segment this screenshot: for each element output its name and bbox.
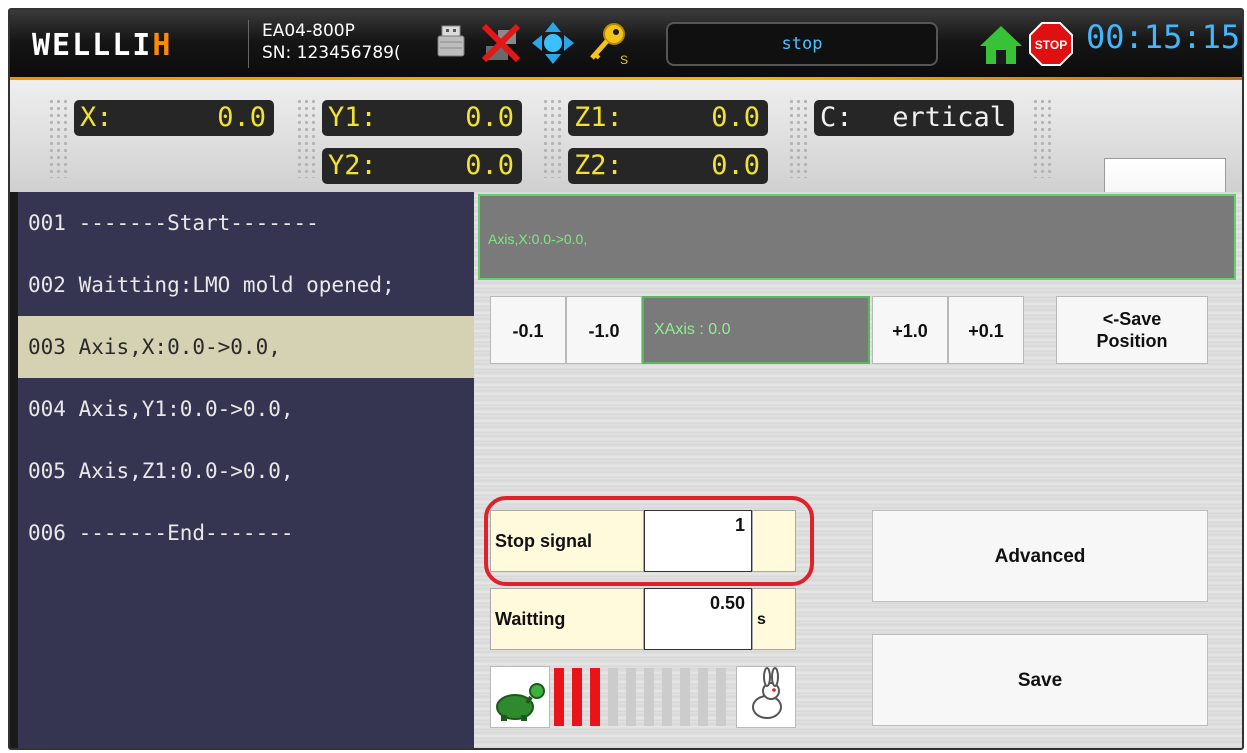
speed-segment xyxy=(644,668,654,726)
program-list: 001 -------Start------- 002 Waitting:LMO… xyxy=(18,192,474,748)
step-plus-1-0-button[interactable]: +1.0 xyxy=(872,296,948,364)
svg-text:STOP: STOP xyxy=(1035,38,1067,52)
save-button[interactable]: Save xyxy=(872,634,1208,726)
coord-y1: Y1: 0.0 xyxy=(322,100,522,136)
speed-segment xyxy=(590,668,600,726)
model-name: EA04-800P xyxy=(262,21,355,41)
waitting-label: Waitting xyxy=(490,588,644,650)
dot-grid-decoration xyxy=(296,98,318,178)
stop-sign-icon[interactable]: STOP xyxy=(1028,21,1074,67)
coord-z1: Z1: 0.0 xyxy=(568,100,768,136)
program-line[interactable]: 006 -------End------- xyxy=(18,502,474,564)
save-position-button[interactable]: <-Save Position xyxy=(1056,296,1208,364)
coord-c: C: ertical xyxy=(814,100,1014,136)
waitting-input[interactable]: 0.50 xyxy=(644,588,752,650)
dot-grid-decoration xyxy=(788,98,810,178)
speed-up-button[interactable] xyxy=(736,666,796,728)
serial-number: SN: 123456789( xyxy=(262,43,401,63)
command-info-box: Axis,X:0.0->0.0, xyxy=(478,194,1236,280)
dot-grid-decoration xyxy=(48,98,70,178)
turtle-icon xyxy=(496,683,545,721)
rabbit-icon xyxy=(752,667,782,719)
brand-logo: WELLLIH xyxy=(32,28,173,63)
svg-text:S: S xyxy=(620,53,628,66)
hmi-screen: WELLLIH EA04-800P SN: 123456789(S stop … xyxy=(8,8,1244,750)
speed-segment xyxy=(626,668,636,726)
home-icon[interactable] xyxy=(978,22,1024,68)
usb-icon xyxy=(437,25,465,57)
header-divider xyxy=(248,20,249,68)
save-position-label-2: Position xyxy=(1096,331,1168,351)
status-display: stop xyxy=(666,22,938,66)
key-icon: S xyxy=(590,23,628,66)
axis-position-field[interactable]: XAxis : 0.0 xyxy=(642,296,870,364)
coordinates-panel: X: 0.0 Y1: 0.0 Y2: 0.0 Z1: 0.0 Z2: 0.0 C: erti… xyxy=(10,80,1242,252)
advanced-button[interactable]: Advanced xyxy=(872,510,1208,602)
move-arrows-icon xyxy=(532,22,574,64)
highlight-annotation-ring xyxy=(484,496,814,586)
speed-segment xyxy=(662,668,672,726)
speed-segment xyxy=(716,668,726,726)
program-line[interactable]: 002 Waitting:LMO mold opened; xyxy=(18,254,474,316)
coord-y2: Y2: 0.0 xyxy=(322,148,522,184)
dot-grid-decoration xyxy=(542,98,564,178)
header-bar: WELLLIH EA04-800P SN: 123456789(S stop … xyxy=(10,10,1242,80)
clock-display: 00:15:15 xyxy=(1086,18,1241,56)
program-line-selected[interactable]: 003 Axis,X:0.0->0.0, xyxy=(18,316,474,378)
speed-control xyxy=(490,666,796,728)
speed-segment xyxy=(680,668,690,726)
coord-z2: Z2: 0.0 xyxy=(568,148,768,184)
speed-segment xyxy=(608,668,618,726)
speed-segment xyxy=(698,668,708,726)
program-line[interactable]: 001 -------Start------- xyxy=(18,192,474,254)
step-plus-0-1-button[interactable]: +0.1 xyxy=(948,296,1024,364)
edit-panel: Axis,X:0.0->0.0, -0.1 -1.0 XAxis : 0.0 +… xyxy=(474,192,1242,748)
dot-grid-decoration xyxy=(1032,98,1054,178)
model-info: EA04-800P SN: 123456789( xyxy=(262,20,401,64)
speed-segment xyxy=(572,668,582,726)
program-line[interactable]: 005 Axis,Z1:0.0->0.0, xyxy=(18,440,474,502)
speed-segment xyxy=(554,668,564,726)
speed-down-button[interactable] xyxy=(490,666,550,728)
waitting-unit: s xyxy=(752,588,796,650)
step-minus-1-0-button[interactable]: -1.0 xyxy=(566,296,642,364)
save-position-label-1: <-Save xyxy=(1102,309,1162,329)
program-line[interactable]: 004 Axis,Y1:0.0->0.0, xyxy=(18,378,474,440)
step-minus-0-1-button[interactable]: -0.1 xyxy=(490,296,566,364)
network-disconnected-icon xyxy=(481,23,521,63)
coord-x: X: 0.0 xyxy=(74,100,274,136)
